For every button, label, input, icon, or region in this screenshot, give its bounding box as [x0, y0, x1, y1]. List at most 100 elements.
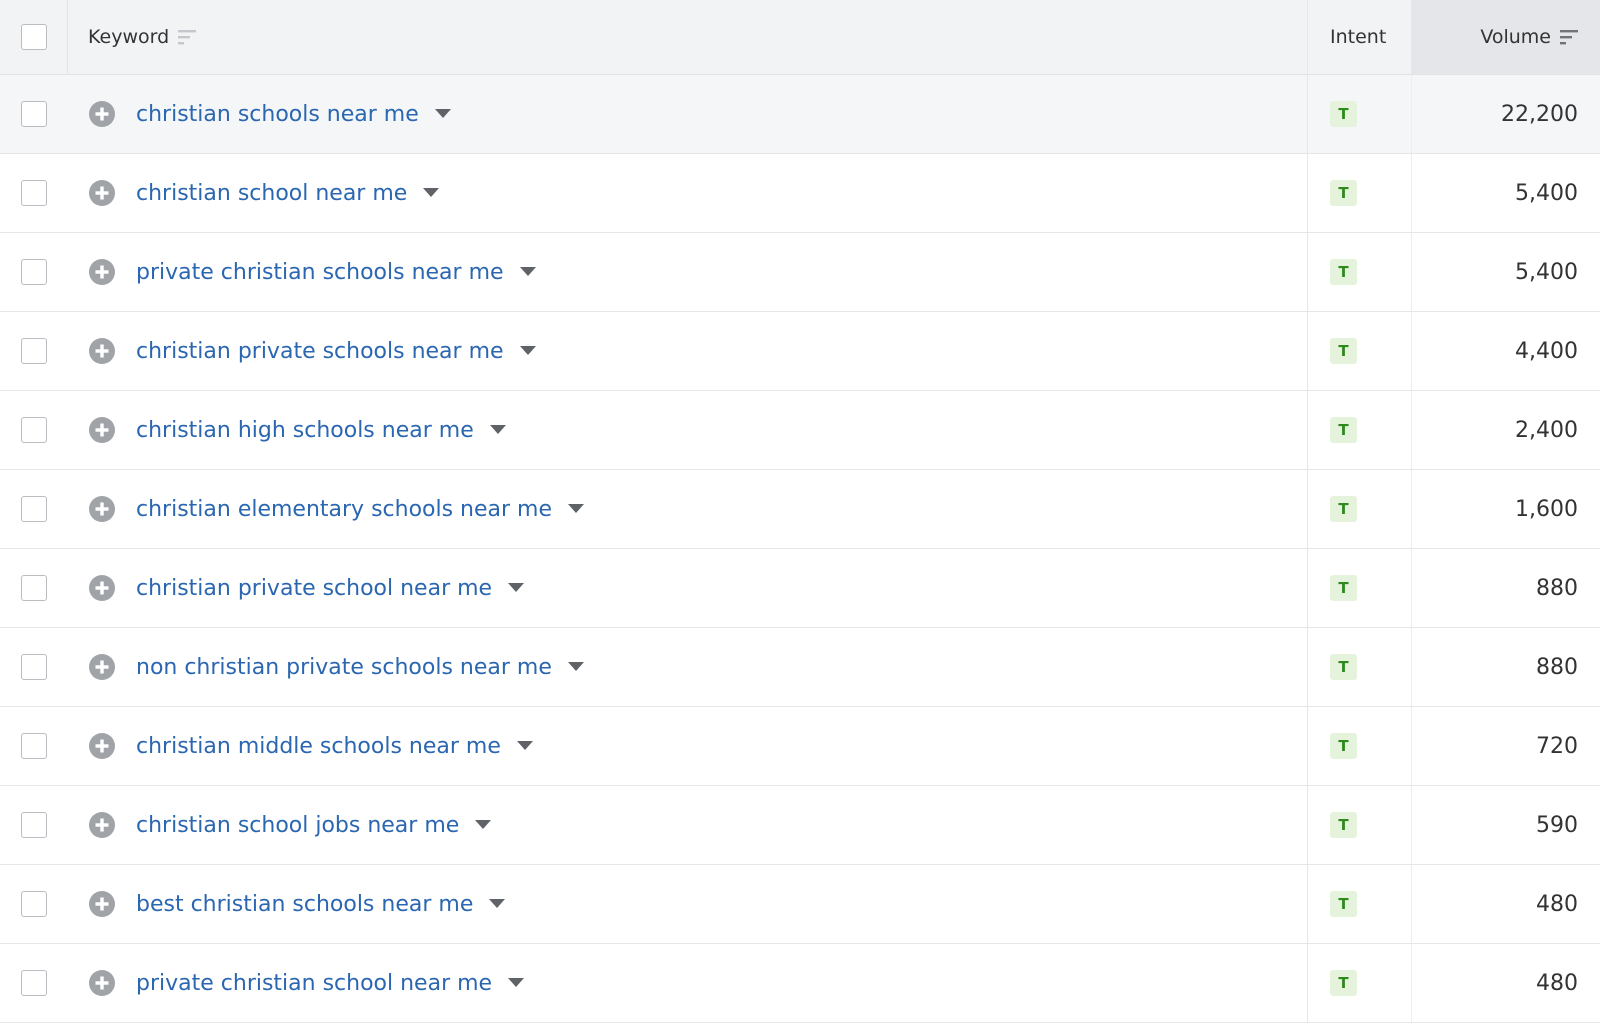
volume-value: 5,400: [1515, 259, 1578, 285]
keyword-cell: christian high schools near me: [68, 391, 1307, 469]
keyword-link[interactable]: non christian private schools near me: [136, 655, 552, 680]
row-select-cell: [0, 312, 68, 390]
plus-circle-icon[interactable]: [88, 574, 116, 602]
intent-badge: T: [1330, 970, 1357, 996]
plus-circle-icon[interactable]: [88, 337, 116, 365]
intent-cell: T: [1307, 312, 1411, 390]
caret-down-icon[interactable]: [516, 741, 533, 751]
table-body: christian schools near me T 22,200 chris…: [0, 75, 1600, 1023]
plus-circle-icon[interactable]: [88, 495, 116, 523]
row-checkbox[interactable]: [21, 101, 47, 127]
intent-column-header: Intent: [1307, 0, 1411, 74]
caret-down-icon[interactable]: [434, 109, 451, 119]
caret-down-icon[interactable]: [567, 662, 584, 672]
keyword-link[interactable]: christian high schools near me: [136, 418, 474, 443]
plus-circle-icon[interactable]: [88, 732, 116, 760]
table-row: christian school near me T 5,400: [0, 154, 1600, 233]
row-checkbox[interactable]: [21, 496, 47, 522]
table-row: private christian schools near me T 5,40…: [0, 233, 1600, 312]
row-checkbox[interactable]: [21, 575, 47, 601]
caret-down-icon[interactable]: [519, 267, 536, 277]
volume-cell: 2,400: [1411, 391, 1600, 469]
keyword-cell: christian school near me: [68, 154, 1307, 232]
volume-value: 480: [1536, 970, 1578, 996]
intent-cell: T: [1307, 865, 1411, 943]
volume-value: 880: [1536, 575, 1578, 601]
volume-value: 880: [1536, 654, 1578, 680]
volume-cell: 22,200: [1411, 75, 1600, 153]
intent-badge: T: [1330, 812, 1357, 838]
intent-cell: T: [1307, 707, 1411, 785]
keyword-link[interactable]: private christian school near me: [136, 971, 492, 996]
caret-down-icon[interactable]: [508, 978, 525, 988]
row-checkbox[interactable]: [21, 654, 47, 680]
volume-cell: 880: [1411, 628, 1600, 706]
volume-value: 590: [1536, 812, 1578, 838]
keyword-link[interactable]: christian private school near me: [136, 576, 492, 601]
row-select-cell: [0, 628, 68, 706]
table-row: private christian school near me T 480: [0, 944, 1600, 1023]
plus-circle-icon[interactable]: [88, 653, 116, 681]
intent-cell: T: [1307, 628, 1411, 706]
plus-circle-icon[interactable]: [88, 258, 116, 286]
plus-circle-icon[interactable]: [88, 811, 116, 839]
caret-down-icon[interactable]: [475, 820, 492, 830]
row-select-cell: [0, 75, 68, 153]
table-row: non christian private schools near me T …: [0, 628, 1600, 707]
volume-header-label: Volume: [1480, 26, 1551, 48]
intent-cell: T: [1307, 75, 1411, 153]
row-select-cell: [0, 549, 68, 627]
row-checkbox[interactable]: [21, 180, 47, 206]
select-all-checkbox[interactable]: [20, 24, 47, 50]
plus-circle-icon[interactable]: [88, 969, 116, 997]
keyword-link[interactable]: christian middle schools near me: [136, 734, 501, 759]
row-checkbox[interactable]: [21, 812, 47, 838]
keyword-cell: non christian private schools near me: [68, 628, 1307, 706]
keyword-column-header[interactable]: Keyword: [68, 0, 1307, 74]
plus-circle-icon[interactable]: [88, 100, 116, 128]
row-checkbox[interactable]: [21, 417, 47, 443]
keyword-link[interactable]: christian school jobs near me: [136, 813, 459, 838]
intent-cell: T: [1307, 549, 1411, 627]
plus-circle-icon[interactable]: [88, 416, 116, 444]
plus-circle-icon[interactable]: [88, 890, 116, 918]
volume-cell: 1,600: [1411, 470, 1600, 548]
plus-circle-icon[interactable]: [88, 179, 116, 207]
volume-column-header[interactable]: Volume: [1411, 0, 1600, 74]
keyword-link[interactable]: best christian schools near me: [136, 892, 473, 917]
caret-down-icon[interactable]: [519, 346, 536, 356]
intent-badge: T: [1330, 496, 1357, 522]
table-row: christian schools near me T 22,200: [0, 75, 1600, 154]
intent-badge: T: [1330, 259, 1357, 285]
row-select-cell: [0, 233, 68, 311]
row-checkbox[interactable]: [21, 891, 47, 917]
caret-down-icon[interactable]: [489, 425, 506, 435]
row-checkbox[interactable]: [21, 970, 47, 996]
caret-down-icon[interactable]: [489, 899, 506, 909]
table-row: christian private school near me T 880: [0, 549, 1600, 628]
intent-badge: T: [1330, 654, 1357, 680]
caret-down-icon[interactable]: [508, 583, 525, 593]
sort-icon[interactable]: [178, 28, 197, 46]
keyword-link[interactable]: christian private schools near me: [136, 339, 504, 364]
row-checkbox[interactable]: [21, 338, 47, 364]
intent-badge: T: [1330, 575, 1357, 601]
caret-down-icon[interactable]: [568, 504, 585, 514]
row-checkbox[interactable]: [21, 259, 47, 285]
sort-icon[interactable]: [1560, 28, 1578, 46]
row-select-cell: [0, 391, 68, 469]
intent-badge: T: [1330, 338, 1357, 364]
keyword-link[interactable]: christian elementary schools near me: [136, 497, 552, 522]
select-all-cell: [0, 0, 68, 74]
row-select-cell: [0, 865, 68, 943]
caret-down-icon[interactable]: [423, 188, 440, 198]
keyword-link[interactable]: christian school near me: [136, 181, 407, 206]
keyword-link[interactable]: christian schools near me: [136, 102, 419, 127]
volume-cell: 720: [1411, 707, 1600, 785]
row-checkbox[interactable]: [21, 733, 47, 759]
keyword-link[interactable]: private christian schools near me: [136, 260, 504, 285]
keyword-cell: christian schools near me: [68, 75, 1307, 153]
table-row: best christian schools near me T 480: [0, 865, 1600, 944]
volume-cell: 880: [1411, 549, 1600, 627]
keyword-cell: christian elementary schools near me: [68, 470, 1307, 548]
